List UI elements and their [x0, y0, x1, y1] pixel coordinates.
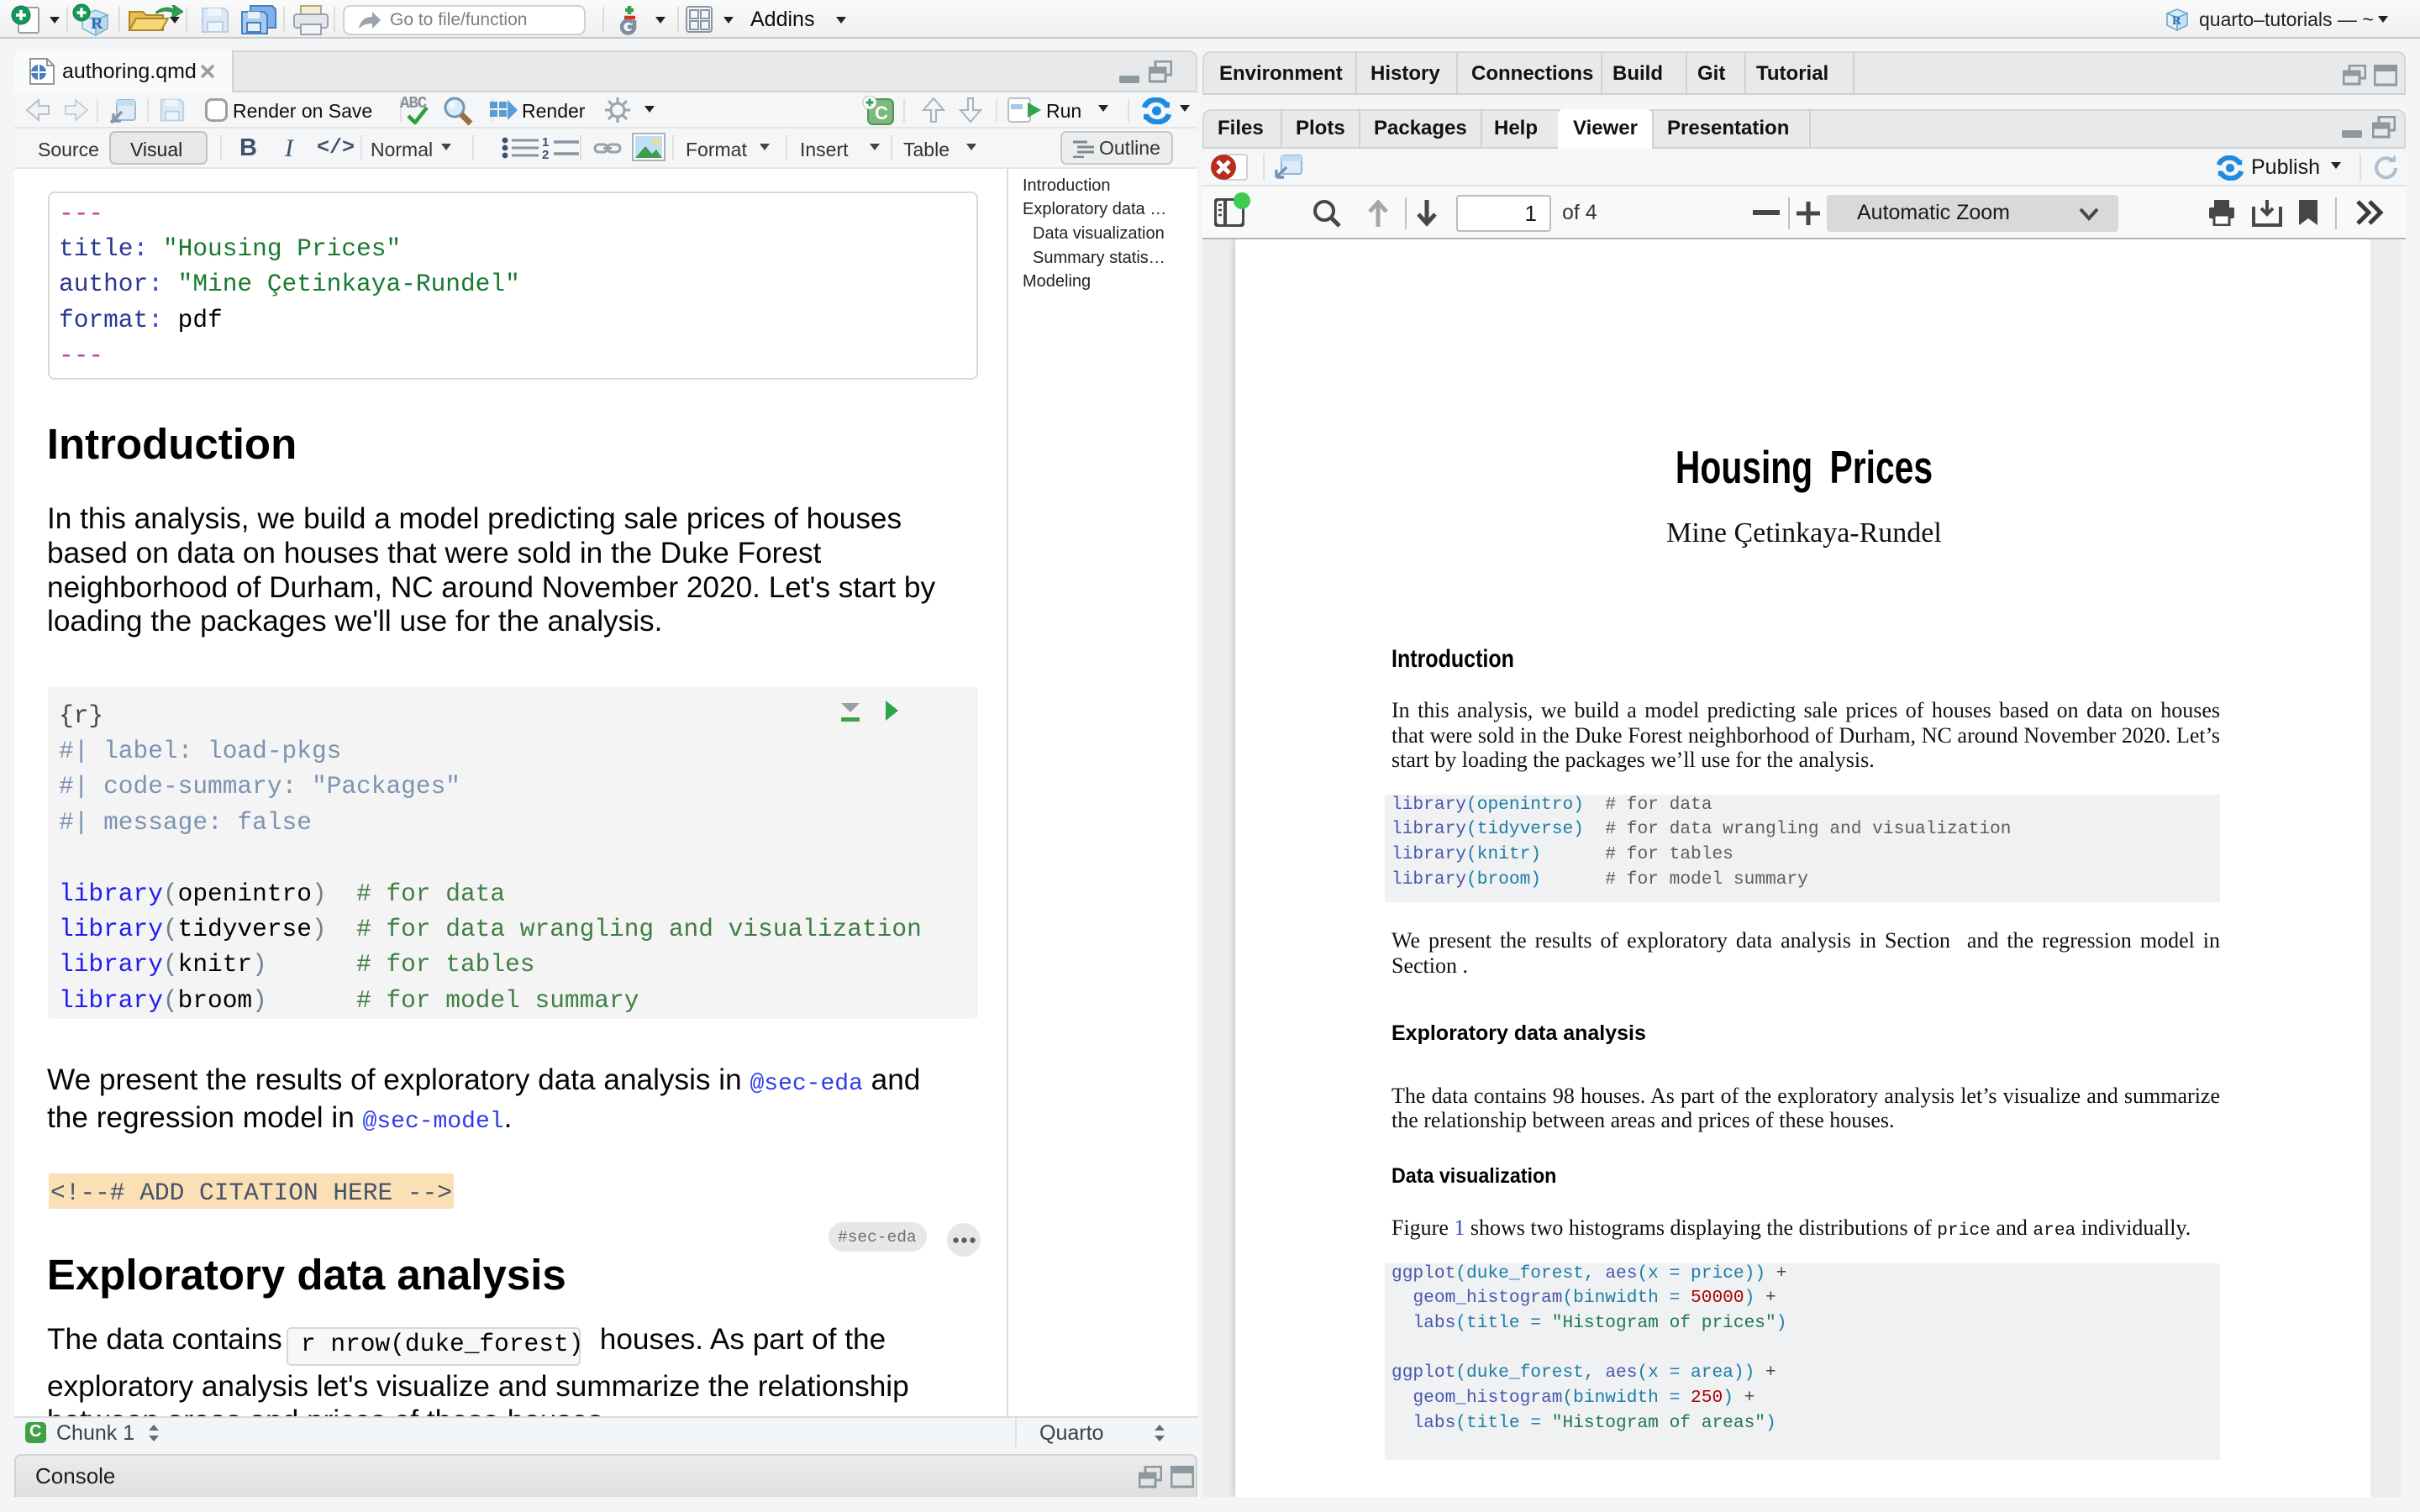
- svg-text:R: R: [2172, 14, 2181, 28]
- svg-text:C: C: [875, 102, 888, 123]
- svg-text:R: R: [91, 14, 103, 33]
- svg-text:2: 2: [542, 148, 549, 159]
